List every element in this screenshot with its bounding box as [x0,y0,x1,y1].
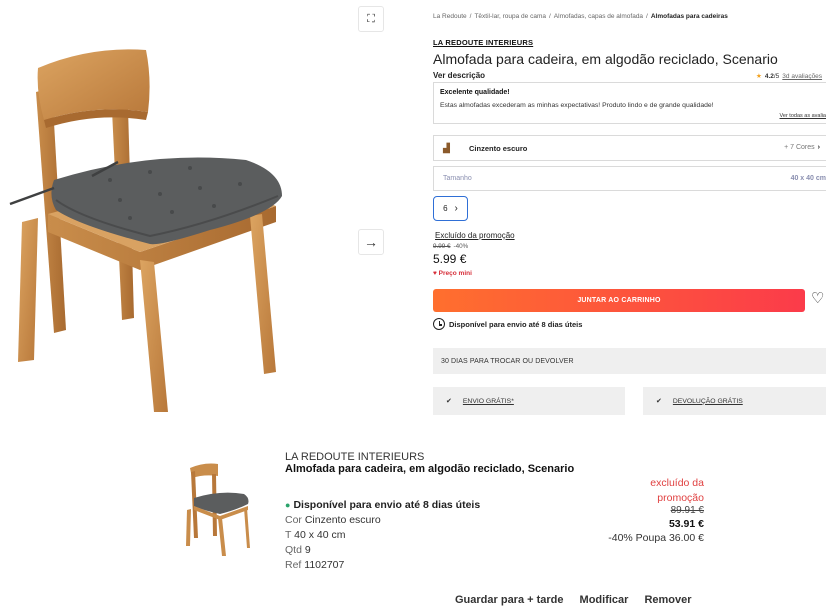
more-colors[interactable]: + 7 Cores › [784,144,820,151]
mini-price-badge: ♥ Preço mini [433,270,472,277]
basket-item: LA REDOUTE INTERIEURS Almofada para cade… [0,420,826,608]
see-all-reviews-link[interactable]: Ver todas as avalia [780,113,826,119]
ref-label: Ref [285,559,302,571]
chair-thumbnail-icon: ▟ [443,143,450,153]
size-value: 40 x 40 cm [294,529,346,541]
next-image-button[interactable]: → [358,229,384,255]
fullscreen-button[interactable]: ⛶ [358,6,384,32]
basket-availability-text: Disponível para envio até 8 dias úteis [293,499,481,511]
size-label: T [285,529,292,541]
rating-score: 4.2 [764,73,774,80]
checkmark-icon: ✔ [656,398,662,405]
chair-illustration [9,49,282,412]
expand-icon: ⛶ [367,12,375,25]
color-name: Cinzento escuro [469,143,528,153]
review-text: Estas almofadas excederam as minhas expe… [440,102,714,109]
modify-button[interactable]: Modificar [580,594,629,606]
chevron-right-icon: › [817,144,820,151]
basket-availability: ● Disponível para envio até 8 dias úteis [285,499,480,511]
arrow-right-icon: → [364,234,378,250]
quantity-selector[interactable]: 6 › [433,196,468,221]
size-selector[interactable]: Tamanho 40 x 40 cm [433,166,826,191]
availability: Disponível para envio até 8 dias úteis [433,318,582,330]
review-snippet: Excelente qualidade! Estas almofadas exc… [433,82,826,124]
free-returns-label: DEVOLUÇÃO GRÁTIS [672,397,743,405]
free-shipping-label: ENVIO GRÁTIS* [462,397,514,405]
basket-size: T 40 x 40 cm [285,529,346,541]
clock-icon [433,318,445,330]
basket-actions: Guardar para + tarde Modificar Remover [455,594,692,606]
breadcrumb-item-current: Almofadas para cadeiras [650,13,728,20]
save-for-later-button[interactable]: Guardar para + tarde [455,594,564,606]
color-selector[interactable]: ▟ Cinzento escuro + 7 Cores › [433,135,826,161]
color-value: Cinzento escuro [304,514,381,526]
color-label: Cor [285,514,302,526]
breadcrumb-item-textil[interactable]: Têxtil-lar, roupa de cama [474,13,546,20]
product-title: Almofada para cadeira, em algodão recicl… [433,51,778,67]
basket-title[interactable]: Almofada para cadeira, em algodão recicl… [285,463,575,476]
rating-scale: /5 [773,73,780,80]
star-icon: ★ [756,73,762,80]
qty-label: Qtd [285,544,302,556]
product-image[interactable] [0,0,390,415]
promo-excluded-link[interactable]: Excluído da promoção [435,231,515,240]
old-price: 9.99 € -40% [433,243,468,250]
basket-item-thumbnail[interactable] [180,458,258,558]
ref-value: 1102707 [304,559,345,571]
mini-price-label: Preço mini [438,270,472,277]
rating-summary[interactable]: ★ 4.2/5 3d avaliações [756,72,822,80]
chevron-right-icon: › [454,203,458,214]
description-link[interactable]: Ver descrição [433,71,485,80]
breadcrumb-item-home[interactable]: La Redoute [433,13,467,20]
basket-promo-excluded: excluído da promoção [650,477,704,504]
checkmark-icon: ✔ [446,398,452,405]
stock-dot-icon: ● [285,500,291,510]
basket-brand: LA REDOUTE INTERIEURS [285,451,425,463]
free-shipping-panel[interactable]: ✔ ENVIO GRÁTIS* [433,387,625,415]
size-label: Tamanho [443,175,472,182]
crossed-price: 9.99 € [433,243,451,250]
rating-count[interactable]: 3d avaliações [782,73,822,80]
basket-price: 53.91 € [668,518,704,530]
add-to-cart-button[interactable]: JUNTAR AO CARRINHO [433,289,805,312]
basket-ref: Ref 1102707 [285,559,344,571]
size-value: 40 x 40 cm [790,175,826,182]
discount-percent: -40% [453,243,469,250]
qty-value: 9 [304,544,311,556]
availability-text: Disponível para envio até 8 dias úteis [449,319,583,329]
review-title: Excelente qualidade! [440,89,510,96]
basket-qty: Qtd 9 [285,544,311,556]
breadcrumb: La Redoute / Têxtil-lar, roupa de cama / Alm… [433,13,728,20]
breadcrumb-item-almofadas[interactable]: Almofadas, capas de almofada [554,13,643,20]
free-returns-panel[interactable]: ✔ DEVOLUÇÃO GRÁTIS [643,387,826,415]
basket-old-price: 89.91 € [670,505,704,516]
basket-saving: -40% Poupa 36.00 € [608,532,704,544]
remove-button[interactable]: Remover [644,594,691,606]
basket-color: Cor Cinzento escuro [285,514,381,526]
current-price: 5.99 € [433,252,467,266]
wishlist-heart-icon[interactable]: ♡ [811,291,824,306]
returns-panel[interactable]: 30 DIAS PARA TROCAR OU DEVOLVER [433,348,826,374]
brand-link[interactable]: LA REDOUTE INTERIEURS [433,38,533,47]
quantity-value: 6 [443,204,448,213]
more-colors-label: + 7 Cores [784,144,815,151]
